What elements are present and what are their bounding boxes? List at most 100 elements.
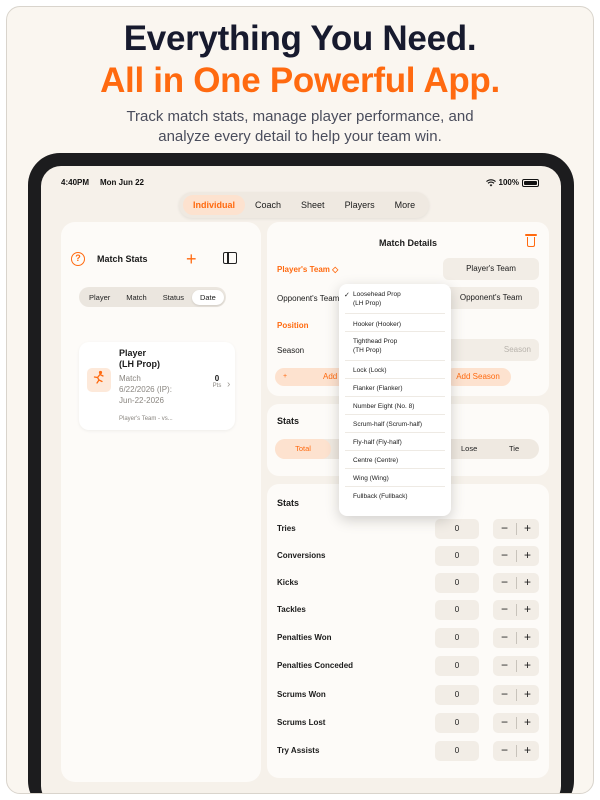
stat-row: Penalties Won 0− + xyxy=(267,626,549,650)
sort-match[interactable]: Match xyxy=(118,290,154,305)
position-option-label: Flanker (Flanker) xyxy=(353,385,403,392)
stat-value-field[interactable]: 0 xyxy=(435,600,479,620)
players-team-label: Player's Team ◇ xyxy=(277,265,339,274)
trash-icon[interactable] xyxy=(525,233,537,247)
decrement-button[interactable]: − xyxy=(493,546,516,566)
position-option[interactable]: Scrum-half (Scrum-half) xyxy=(353,420,447,429)
menu-separator xyxy=(345,468,445,469)
position-option-label: Number Eight (No. 8) xyxy=(353,403,415,410)
position-option[interactable]: Centre (Centre) xyxy=(353,456,447,465)
tablet-device: 4:40PM Mon Jun 22 100% Individual Coach … xyxy=(28,153,574,793)
stat-value-field[interactable]: 0 xyxy=(435,685,479,705)
decrement-button[interactable]: − xyxy=(493,600,516,620)
decrement-button[interactable]: − xyxy=(493,573,516,593)
stat-row: Try Assists 0− + xyxy=(267,739,549,763)
decrement-button[interactable]: − xyxy=(493,741,516,761)
position-option-label: Lock (Lock) xyxy=(353,367,387,374)
sort-player[interactable]: Player xyxy=(81,290,118,305)
promo-subtitle: Track match stats, manage player perform… xyxy=(47,107,553,147)
position-option[interactable]: Lock (Lock) xyxy=(353,366,447,375)
tab-more[interactable]: More xyxy=(385,195,426,215)
season-field[interactable]: Season xyxy=(443,339,539,361)
match-card-player-name: Player xyxy=(119,348,147,358)
result-tie[interactable]: Tie xyxy=(509,444,519,453)
match-details-title: Match Details xyxy=(378,238,438,248)
opponents-team-label: Opponent's Team xyxy=(277,294,340,303)
increment-button[interactable]: + xyxy=(516,656,539,676)
position-option-abbrev: (TH Prop) xyxy=(353,347,382,354)
position-option-label: Centre (Centre) xyxy=(353,457,399,464)
stat-value-field[interactable]: 0 xyxy=(435,628,479,648)
result-lose[interactable]: Lose xyxy=(461,444,477,453)
match-card[interactable]: Player (LH Prop) Match 6/22/2026 (IP): J… xyxy=(79,342,235,430)
increment-button[interactable]: + xyxy=(516,546,539,566)
increment-button[interactable]: + xyxy=(516,741,539,761)
stat-value-field[interactable]: 0 xyxy=(435,519,479,539)
tab-sheet[interactable]: Sheet xyxy=(291,195,335,215)
increment-button[interactable]: + xyxy=(516,628,539,648)
add-season-button[interactable]: Add Season xyxy=(445,368,511,386)
stat-value-field[interactable]: 0 xyxy=(435,573,479,593)
result-total[interactable]: Total xyxy=(275,439,331,459)
increment-button[interactable]: + xyxy=(516,713,539,733)
position-option[interactable]: Wing (Wing) xyxy=(353,474,447,483)
position-option[interactable]: Hooker (Hooker) xyxy=(353,320,447,329)
wifi-icon xyxy=(485,178,496,186)
position-option-label: Scrum-half (Scrum-half) xyxy=(353,421,422,428)
rugby-player-icon xyxy=(87,368,111,392)
increment-button[interactable]: + xyxy=(516,573,539,593)
opponents-team-field[interactable]: Opponent's Team xyxy=(443,287,539,309)
tab-individual[interactable]: Individual xyxy=(183,195,246,215)
menu-separator xyxy=(345,331,445,332)
position-option[interactable]: Fly-half (Fly-half) xyxy=(353,438,447,447)
players-team-field[interactable]: Player's Team xyxy=(443,258,539,280)
stat-row: Kicks 0− + xyxy=(267,571,549,595)
stat-label: Penalties Conceded xyxy=(277,661,354,670)
stat-value-field[interactable]: 0 xyxy=(435,713,479,733)
sort-status[interactable]: Status xyxy=(155,290,192,305)
position-option[interactable]: Flanker (Flanker) xyxy=(353,384,447,393)
menu-separator xyxy=(345,414,445,415)
stat-label: Scrums Lost xyxy=(277,718,326,727)
stats-card: Stats Tries 0− + Conversions 0− + Kicks 0− + Tack… xyxy=(267,484,549,778)
add-match-icon[interactable]: + xyxy=(186,249,197,269)
increment-button[interactable]: + xyxy=(516,600,539,620)
menu-separator xyxy=(345,360,445,361)
position-option-label: Fly-half (Fly-half) xyxy=(353,439,402,446)
promo-subtitle-line: analyze every detail to help your team w… xyxy=(158,128,442,145)
position-option[interactable]: Number Eight (No. 8) xyxy=(353,402,447,411)
stat-value-field[interactable]: 0 xyxy=(435,546,479,566)
tab-players[interactable]: Players xyxy=(335,195,385,215)
decrement-button[interactable]: − xyxy=(493,628,516,648)
checkmark-icon: ✓ xyxy=(344,292,350,299)
stat-label: Try Assists xyxy=(277,746,320,755)
position-option[interactable]: Fullback (Fullback) xyxy=(353,492,447,501)
position-option-label: Fullback (Fullback) xyxy=(353,493,408,500)
menu-separator xyxy=(345,378,445,379)
stat-row: Scrums Lost 0− + xyxy=(267,711,549,735)
match-card-player-position: (LH Prop) xyxy=(119,359,160,369)
position-option[interactable]: Tighthead Prop (TH Prop) xyxy=(353,337,447,355)
stat-stepper: − + xyxy=(493,628,539,648)
help-icon[interactable]: ? xyxy=(71,252,85,266)
match-list-header: ? Match Stats + xyxy=(71,249,251,270)
decrement-button[interactable]: − xyxy=(493,656,516,676)
stat-row: Tries 0− + xyxy=(267,517,549,541)
increment-button[interactable]: + xyxy=(516,685,539,705)
sort-date[interactable]: Date xyxy=(191,289,224,305)
tab-coach[interactable]: Coach xyxy=(245,195,291,215)
decrement-button[interactable]: − xyxy=(493,685,516,705)
stat-value-field[interactable]: 0 xyxy=(435,656,479,676)
stat-value-field[interactable]: 0 xyxy=(435,741,479,761)
stat-label: Tackles xyxy=(277,605,306,614)
decrement-button[interactable]: − xyxy=(493,713,516,733)
stats-summary-title: Stats xyxy=(277,416,300,426)
increment-button[interactable]: + xyxy=(516,519,539,539)
decrement-button[interactable]: − xyxy=(493,519,516,539)
menu-separator xyxy=(345,486,445,487)
position-option[interactable]: Loosehead Prop (LH Prop) xyxy=(353,290,447,308)
sidebar-toggle-icon[interactable] xyxy=(223,252,237,264)
menu-separator xyxy=(345,313,445,314)
position-label[interactable]: Position xyxy=(277,321,309,330)
status-date: Mon Jun 22 xyxy=(100,178,145,187)
